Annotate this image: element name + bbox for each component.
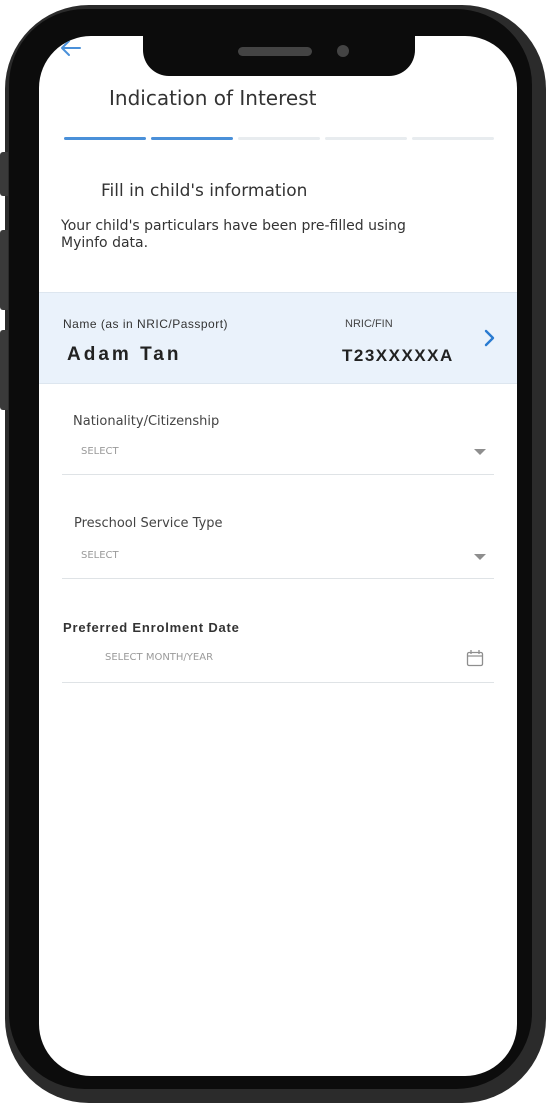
name-value: Adam Tan	[67, 344, 182, 365]
progress-step-5	[412, 137, 494, 140]
enrolment-date-picker[interactable]: SELECT MONTH/YEAR	[105, 652, 213, 663]
section-title: Fill in child's information	[101, 181, 308, 201]
calendar-icon[interactable]	[466, 649, 484, 667]
nationality-field[interactable]: Nationality/Citizenship SELECT	[62, 406, 494, 475]
nationality-select[interactable]: SELECT	[81, 446, 119, 457]
service-type-field[interactable]: Preschool Service Type SELECT	[62, 510, 494, 579]
chevron-right-icon[interactable]	[483, 328, 497, 348]
app-screen: Indication of Interest Fill in child's i…	[39, 36, 517, 1076]
progress-step-4	[325, 137, 407, 140]
enrolment-date-field[interactable]: Preferred Enrolment Date SELECT MONTH/YE…	[62, 614, 494, 683]
service-type-label: Preschool Service Type	[74, 516, 223, 531]
progress-steps	[64, 137, 494, 140]
page-title: Indication of Interest	[109, 86, 317, 110]
child-info-card[interactable]: Name (as in NRIC/Passport) Adam Tan NRIC…	[39, 292, 517, 384]
service-type-select[interactable]: SELECT	[81, 550, 119, 561]
nationality-label: Nationality/Citizenship	[73, 414, 220, 429]
progress-step-3	[238, 137, 320, 140]
front-camera	[337, 45, 349, 57]
speaker-grille	[238, 47, 312, 56]
nric-value: T23XXXXXA	[342, 346, 454, 365]
phone-side-button-volume-up	[0, 230, 8, 310]
nric-label: NRIC/FIN	[345, 318, 393, 330]
caret-down-icon[interactable]	[474, 554, 486, 560]
section-description: Your child's particulars have been pre-f…	[61, 218, 406, 251]
progress-step-2	[151, 137, 233, 140]
progress-step-1	[64, 137, 146, 140]
phone-side-button-mute	[0, 152, 8, 196]
enrolment-date-label: Preferred Enrolment Date	[63, 620, 240, 635]
caret-down-icon[interactable]	[474, 449, 486, 455]
name-label: Name (as in NRIC/Passport)	[63, 317, 229, 331]
arrow-left-icon[interactable]	[59, 38, 83, 58]
phone-notch	[143, 24, 415, 76]
phone-side-button-volume-down	[0, 330, 8, 410]
